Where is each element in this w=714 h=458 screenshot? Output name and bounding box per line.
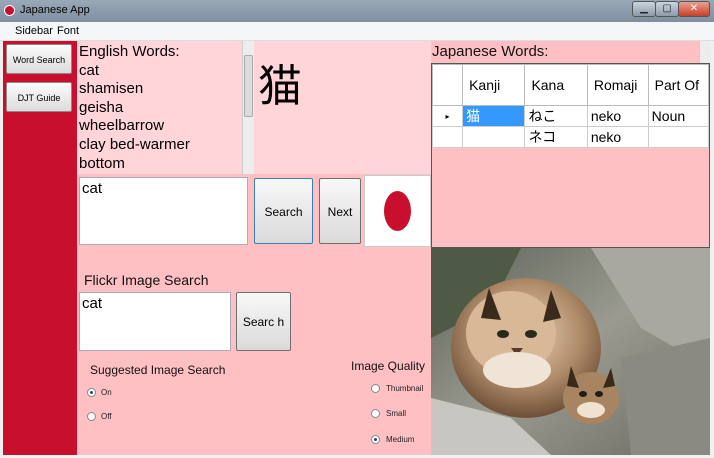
title-bar: Japanese App ▁ ▢ ✕ — [0, 0, 714, 23]
lynx-photo-illustration — [431, 248, 710, 455]
menu-bar: Sidebar Font — [0, 22, 714, 41]
suggested-off-radio[interactable] — [87, 412, 96, 421]
japan-flag-image — [364, 175, 431, 247]
cell-kanji[interactable] — [462, 126, 526, 148]
list-item[interactable]: wheelbarrow — [79, 117, 241, 136]
flickr-photo — [431, 248, 710, 455]
word-search-button[interactable]: Word Search — [6, 44, 72, 74]
japanese-words-label: Japanese Words: — [432, 43, 549, 60]
maximize-button[interactable]: ▢ — [655, 1, 679, 17]
flickr-search-button[interactable]: Searc h — [236, 292, 291, 351]
scrollbar-thumb[interactable] — [244, 55, 253, 117]
cell-part-of[interactable]: Noun — [647, 105, 709, 127]
row-selector-icon[interactable]: ▸ — [432, 105, 464, 127]
list-item[interactable]: shamisen — [79, 80, 241, 99]
flag-disc — [384, 191, 411, 231]
sidebar: Word Search DJT Guide — [3, 41, 77, 455]
flickr-search-label: Flickr Image Search — [84, 272, 209, 288]
english-word-list[interactable]: English Words: cat shamisen geisha wheel… — [79, 43, 241, 171]
suggested-off-label: Off — [101, 412, 112, 421]
list-item[interactable]: bottom — [79, 155, 241, 171]
column-header[interactable]: Part Of — [647, 64, 709, 106]
row-selector[interactable] — [432, 126, 464, 148]
quality-thumbnail-label: Thumbnail — [386, 384, 424, 393]
table-row[interactable]: ネコ neko — [432, 126, 709, 148]
flickr-search-input[interactable]: cat — [79, 292, 231, 351]
app-icon — [4, 5, 15, 16]
image-quality-label: Image Quality — [351, 359, 426, 373]
menu-font[interactable]: Font — [57, 25, 79, 37]
cell-kanji[interactable]: 猫 — [462, 105, 526, 127]
search-input[interactable]: cat — [79, 177, 248, 245]
cell-romaji[interactable]: neko — [586, 105, 649, 127]
next-button[interactable]: Next — [319, 178, 361, 244]
djt-guide-button[interactable]: DJT Guide — [6, 82, 72, 112]
suggested-on-radio[interactable] — [87, 388, 96, 397]
japanese-words-grid[interactable]: Kanji Kana Romaji Part Of ▸ 猫 ねこ neko No… — [431, 63, 710, 248]
suggested-on-label: On — [101, 388, 112, 397]
cell-kana[interactable]: ネコ — [524, 126, 588, 148]
column-header[interactable]: Romaji — [586, 64, 649, 106]
quality-small-radio[interactable] — [371, 409, 380, 418]
cell-romaji[interactable]: neko — [586, 126, 649, 148]
column-header[interactable]: Kanji — [462, 64, 526, 106]
close-button[interactable]: ✕ — [678, 1, 710, 17]
quality-medium-radio[interactable] — [371, 435, 380, 444]
minimize-button[interactable]: ▁ — [632, 1, 656, 17]
table-row[interactable]: ▸ 猫 ねこ neko Noun — [432, 105, 709, 127]
suggested-search-label: Suggested Image Search — [90, 363, 226, 377]
quality-thumbnail-radio[interactable] — [371, 384, 380, 393]
list-item[interactable]: clay bed-warmer — [79, 136, 241, 155]
japanese-panel-scrollbar[interactable] — [699, 41, 711, 63]
english-list-scrollbar[interactable] — [242, 41, 254, 174]
window-title: Japanese App — [20, 4, 90, 16]
search-button[interactable]: Search — [254, 178, 313, 244]
menu-sidebar[interactable]: Sidebar — [15, 25, 53, 37]
list-item[interactable]: geisha — [79, 99, 241, 118]
quality-medium-label: Medium — [386, 435, 415, 444]
result-kanji: 猫 — [258, 61, 302, 112]
cell-kana[interactable]: ねこ — [524, 105, 588, 127]
list-item[interactable]: cat — [79, 62, 241, 81]
quality-small-label: Small — [386, 409, 407, 418]
grid-corner — [432, 64, 464, 106]
cell-part-of[interactable] — [647, 126, 709, 148]
column-header[interactable]: Kana — [524, 64, 588, 106]
english-words-label: English Words: — [79, 43, 180, 60]
